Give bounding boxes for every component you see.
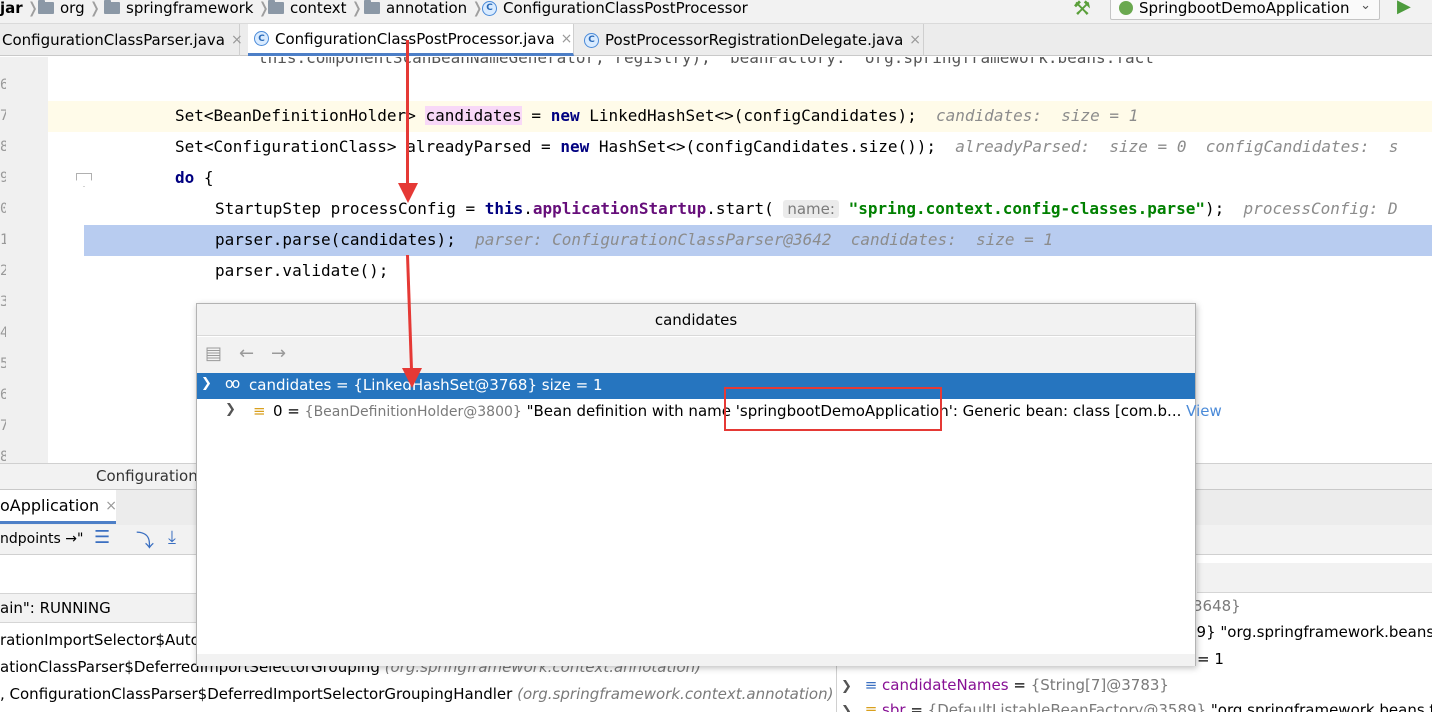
endpoints-tab[interactable]: ndpoints →" (0, 531, 83, 547)
breadcrumb-item-context[interactable]: context ❭ (268, 0, 363, 19)
folder-icon (364, 0, 380, 14)
tab-post-processor-registration-delegate[interactable]: C PostProcessorRegistrationDelegate.java × (578, 24, 924, 56)
class-icon: C (254, 31, 269, 46)
inline-debug-value: parser: ConfigurationClassParser@3642 ca… (475, 230, 1054, 249)
inline-debug-value: processConfig: D (1243, 199, 1398, 218)
inline-debug-value: candidates: size = 1 (936, 106, 1139, 125)
code-line: this.componentScanBeanNameGenerator, reg… (0, 57, 1432, 74)
frames-list-icon[interactable]: ☰ (94, 527, 110, 548)
tab-label: oApplication (0, 496, 100, 515)
expand-arrow-icon[interactable]: ❯ (225, 402, 236, 417)
run-configuration-label: SpringbootDemoApplication (1139, 0, 1350, 17)
field-icon: ≡ (253, 402, 266, 420)
editor-tab-bar: ConfigurationClassParser.java × C Configur… (0, 24, 1432, 56)
field-icon: ≡ (864, 701, 878, 712)
annotation-arrow-line (406, 40, 409, 190)
code-line-validate: parser.validate(); (0, 256, 1432, 287)
annotation-highlight-box (724, 387, 942, 431)
annotation-arrow-head (398, 183, 418, 203)
array-icon: ≡ (864, 676, 878, 694)
tab-label: ConfigurationClassParser.java (2, 31, 225, 49)
close-icon[interactable]: × (231, 32, 243, 48)
breadcrumb-item-annotation[interactable]: annotation ❭ (364, 0, 484, 19)
stack-frame[interactable]: , ConfigurationClassParser$DeferredImpor… (0, 685, 833, 703)
tab-configuration-class-parser[interactable]: ConfigurationClassParser.java × (0, 24, 243, 56)
variable-row[interactable]: 89} "org.springframework.beans (1187, 623, 1432, 641)
thread-status: ain": RUNNING (0, 599, 111, 617)
popup-navigation: ▤ ← → (197, 337, 1195, 373)
expand-arrow-icon[interactable]: ❯ (841, 679, 852, 694)
line-number: 5 (0, 356, 6, 372)
line-number: 4 (0, 325, 6, 341)
close-icon[interactable]: × (909, 32, 921, 48)
line-number: 6 (0, 387, 6, 403)
line-number: 6 (0, 77, 6, 93)
variable-row[interactable]: = 1 (1197, 650, 1224, 668)
code-line-startup-step: StartupStep processConfig = this.applica… (0, 194, 1432, 225)
breadcrumb-item-springframework[interactable]: springframework ❭ (104, 0, 270, 19)
code-text: Set<BeanDefinitionHolder> candidates = n… (175, 106, 1139, 125)
folder-icon (268, 0, 284, 14)
tab-configuration-class-post-processor[interactable]: C ConfigurationClassPostProcessor.java × (248, 24, 574, 56)
annotation-arrow-head (402, 368, 422, 388)
collapse-arrow-icon[interactable]: ❯ (201, 376, 212, 391)
tab-label: PostProcessorRegistrationDelegate.java (605, 31, 904, 49)
code-text: StartupStep processConfig = this.applica… (215, 199, 1398, 218)
popup-title: candidates (197, 304, 1195, 336)
line-number: 7 (0, 418, 6, 434)
tab-label: ConfigurationClassPostProcessor.java (275, 29, 555, 48)
code-text: parser.parse(candidates); parser: Config… (215, 230, 1054, 249)
spring-boot-icon (1119, 1, 1133, 15)
expand-arrow-icon[interactable]: ❯ (841, 704, 852, 712)
back-icon[interactable]: ← (239, 343, 254, 364)
breadcrumb-item-class[interactable]: C ConfigurationClassPostProcessor (482, 0, 748, 19)
line-number: 3 (0, 294, 6, 310)
tree-row-candidates[interactable]: ❯ oo candidates = {LinkedHashSet@3768} s… (197, 373, 1195, 399)
chevron-down-icon: ⌄ (1360, 0, 1371, 13)
watch-glasses-icon: oo (225, 376, 240, 392)
code-line-do: do { (0, 163, 1432, 194)
code-text: Set<ConfigurationClass> alreadyParsed = … (175, 137, 1399, 156)
close-icon[interactable]: × (561, 31, 573, 47)
variable-row-candidate-names[interactable]: ❯ ≡ candidateNames = {String[7]@3783} (841, 676, 1169, 694)
horizontal-scrollbar[interactable] (197, 654, 1195, 666)
close-icon[interactable]: × (105, 498, 117, 514)
class-icon: C (584, 32, 599, 48)
code-line-candidates: Set<BeanDefinitionHolder> candidates = n… (48, 101, 1432, 132)
folder-icon (104, 0, 120, 14)
line-number: 7 (0, 108, 6, 124)
breadcrumb-item-org[interactable]: org ❭ (38, 0, 101, 19)
code-line-already-parsed: Set<ConfigurationClass> alreadyParsed = … (0, 132, 1432, 163)
evaluate-popup: candidates ▤ ← → ❯ oo candidates = {Link… (196, 303, 1222, 666)
code-text: do { (175, 168, 214, 187)
code-text: parser.validate(); (215, 261, 389, 280)
line-number: 1 (0, 232, 6, 248)
code-line-current-execution: parser.parse(candidates); parser: Config… (84, 225, 1432, 256)
run-icon[interactable]: ▶ (1397, 0, 1411, 17)
tab-debug-session[interactable]: oApplication × (0, 490, 117, 524)
variables-header (1197, 563, 1432, 593)
view-link[interactable]: View (1186, 402, 1222, 420)
step-over-icon[interactable]: ⤵ (136, 527, 154, 553)
tree-row-bean-definition[interactable]: ❯ ≡ 0 = {BeanDefinitionHolder@3800} "Bea… (197, 399, 1222, 425)
variable-row-sbr[interactable]: ❯ ≡ sbr = {DefaultListableBeanFactory@35… (841, 701, 1432, 712)
variable-row[interactable]: 3648} (1193, 597, 1241, 615)
step-into-icon[interactable]: ⤓ (168, 527, 176, 548)
class-icon: C (482, 0, 497, 16)
folder-icon (38, 0, 54, 14)
editor-breadcrumb-label[interactable]: Configuration (96, 467, 198, 485)
breadcrumb-item-jar[interactable]: jar ❭ (0, 0, 39, 19)
stack-frame[interactable]: rationImportSelector$Auto (0, 631, 200, 649)
forward-icon[interactable]: → (271, 343, 286, 364)
add-to-watches-icon[interactable]: ▤ (205, 343, 222, 364)
code-text: this.componentScanBeanNameGenerator, reg… (258, 57, 1154, 67)
inline-debug-value: alreadyParsed: size = 0 configCandidates… (955, 137, 1399, 156)
parameter-hint: name: (783, 200, 839, 218)
build-hammer-icon[interactable]: ⚒ (1073, 0, 1091, 20)
run-configuration-select[interactable]: SpringbootDemoApplication ⌄ (1110, 0, 1380, 20)
line-number: 8 (0, 449, 6, 463)
breadcrumb: jar ❭ org ❭ springframework ❭ context ❭ anno… (0, 0, 1432, 24)
